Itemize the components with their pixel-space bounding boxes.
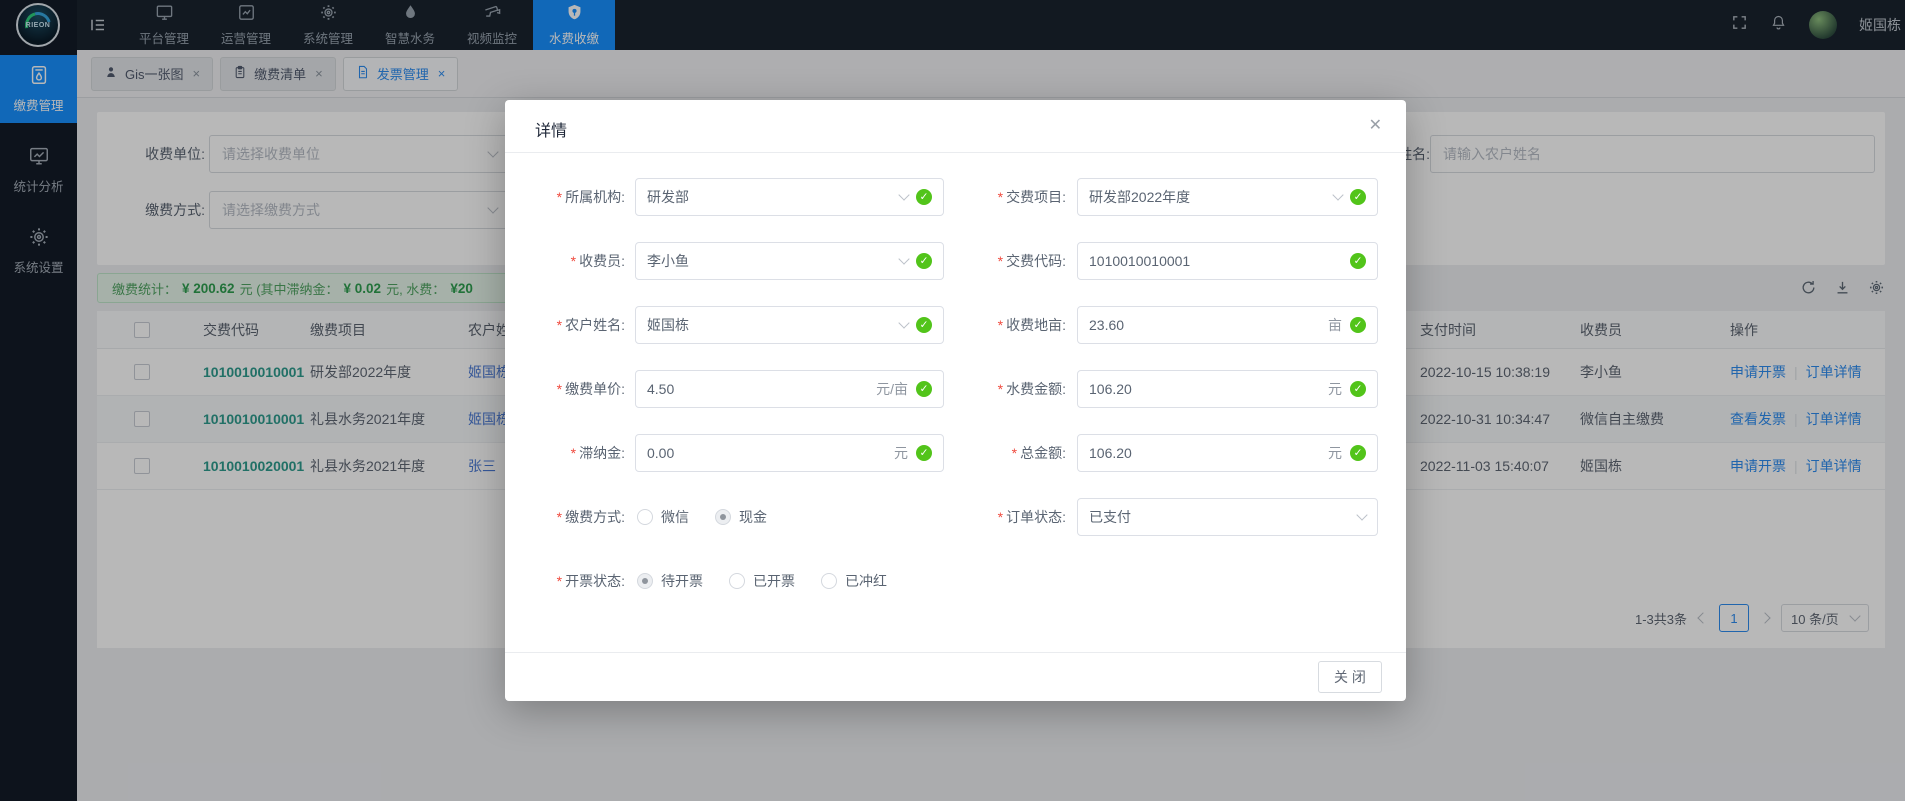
- select-value: 研发部: [647, 187, 689, 207]
- required-asterisk: *: [998, 509, 1003, 525]
- valid-check-icon: ✓: [916, 317, 932, 333]
- dialog-title: 详情: [535, 117, 567, 141]
- select-value: 已支付: [1089, 507, 1131, 527]
- valid-check-icon: ✓: [1350, 253, 1366, 269]
- valid-check-icon: ✓: [916, 445, 932, 461]
- required-asterisk: *: [1012, 445, 1017, 461]
- input-value: 1010010010001: [1089, 253, 1190, 269]
- required-asterisk: *: [998, 317, 1003, 333]
- field-label: *所属机构:: [505, 187, 635, 207]
- collector-select[interactable]: 李小鱼 ✓: [635, 242, 944, 280]
- input-value: 0.00: [647, 445, 674, 461]
- radio-checked-icon: [637, 573, 653, 589]
- late-fee-input[interactable]: 0.00 元 ✓: [635, 434, 944, 472]
- select-value: 李小鱼: [647, 251, 689, 271]
- valid-check-icon: ✓: [916, 189, 932, 205]
- required-asterisk: *: [571, 253, 576, 269]
- field-label: *收费员:: [505, 251, 635, 271]
- unit-suffix: 亩: [1328, 315, 1342, 335]
- select-value: 研发部2022年度: [1089, 187, 1190, 207]
- close-button[interactable]: 关 闭: [1318, 661, 1382, 693]
- order-status-select[interactable]: 已支付: [1077, 498, 1378, 536]
- required-asterisk: *: [998, 189, 1003, 205]
- input-value: 106.20: [1089, 445, 1132, 461]
- required-asterisk: *: [557, 381, 562, 397]
- valid-check-icon: ✓: [1350, 189, 1366, 205]
- select-value: 姬国栋: [647, 315, 689, 335]
- required-asterisk: *: [998, 253, 1003, 269]
- chevron-down-icon: [1356, 509, 1367, 520]
- invoice-status-radio-group: 待开票 已开票 已冲红: [635, 571, 944, 591]
- app-root: RIEON 缴费管理 统计分析: [0, 0, 1905, 801]
- org-select[interactable]: 研发部 ✓: [635, 178, 944, 216]
- radio-wechat[interactable]: 微信: [637, 507, 689, 527]
- required-asterisk: *: [557, 189, 562, 205]
- area-input[interactable]: 23.60 亩 ✓: [1077, 306, 1378, 344]
- radio-checked-icon: [715, 509, 731, 525]
- field-label: *缴费单价:: [505, 379, 635, 399]
- detail-dialog: 详情 ✕ *所属机构: 研发部 ✓ *交费项目: 研发部2022年度 ✓ *收费…: [505, 100, 1406, 701]
- chevron-down-icon: [898, 317, 909, 328]
- required-asterisk: *: [571, 445, 576, 461]
- unit-price-input[interactable]: 4.50 元/亩 ✓: [635, 370, 944, 408]
- field-label: *农户姓名:: [505, 315, 635, 335]
- water-fee-input[interactable]: 106.20 元 ✓: [1077, 370, 1378, 408]
- unit-suffix: 元: [894, 443, 908, 463]
- radio-pending-invoice[interactable]: 待开票: [637, 571, 703, 591]
- field-label: *交费代码:: [944, 251, 1077, 271]
- required-asterisk: *: [998, 381, 1003, 397]
- field-label: *滞纳金:: [505, 443, 635, 463]
- input-value: 4.50: [647, 381, 674, 397]
- valid-check-icon: ✓: [916, 253, 932, 269]
- required-asterisk: *: [557, 317, 562, 333]
- radio-cash[interactable]: 现金: [715, 507, 767, 527]
- valid-check-icon: ✓: [916, 381, 932, 397]
- chevron-down-icon: [898, 189, 909, 200]
- field-label: *交费项目:: [944, 187, 1077, 207]
- dialog-body: *所属机构: 研发部 ✓ *交费项目: 研发部2022年度 ✓ *收费员: 李小…: [505, 153, 1406, 600]
- payment-method-radio-group: 微信 现金: [635, 507, 944, 527]
- input-value: 106.20: [1089, 381, 1132, 397]
- unit-suffix: 元: [1328, 443, 1342, 463]
- field-label: *缴费方式:: [505, 507, 635, 527]
- dialog-footer: 关 闭: [505, 652, 1406, 701]
- field-label: *水费金额:: [944, 379, 1077, 399]
- unit-suffix: 元: [1328, 379, 1342, 399]
- field-label: *订单状态:: [944, 507, 1077, 527]
- field-label: *总金额:: [944, 443, 1077, 463]
- total-amount-input[interactable]: 106.20 元 ✓: [1077, 434, 1378, 472]
- field-label: *收费地亩:: [944, 315, 1077, 335]
- input-value: 23.60: [1089, 317, 1124, 333]
- radio-icon: [821, 573, 837, 589]
- valid-check-icon: ✓: [1350, 445, 1366, 461]
- radio-icon: [637, 509, 653, 525]
- farmer-select[interactable]: 姬国栋 ✓: [635, 306, 944, 344]
- radio-red-flushed[interactable]: 已冲红: [821, 571, 887, 591]
- close-icon[interactable]: ✕: [1369, 115, 1382, 135]
- chevron-down-icon: [898, 253, 909, 264]
- radio-invoiced[interactable]: 已开票: [729, 571, 795, 591]
- field-label: *开票状态:: [505, 571, 635, 591]
- valid-check-icon: ✓: [1350, 381, 1366, 397]
- unit-suffix: 元/亩: [876, 379, 908, 399]
- project-select[interactable]: 研发部2022年度 ✓: [1077, 178, 1378, 216]
- chevron-down-icon: [1332, 189, 1343, 200]
- dialog-header: 详情 ✕: [505, 100, 1406, 153]
- radio-icon: [729, 573, 745, 589]
- required-asterisk: *: [557, 509, 562, 525]
- pay-code-input[interactable]: 1010010010001 ✓: [1077, 242, 1378, 280]
- required-asterisk: *: [557, 573, 562, 589]
- valid-check-icon: ✓: [1350, 317, 1366, 333]
